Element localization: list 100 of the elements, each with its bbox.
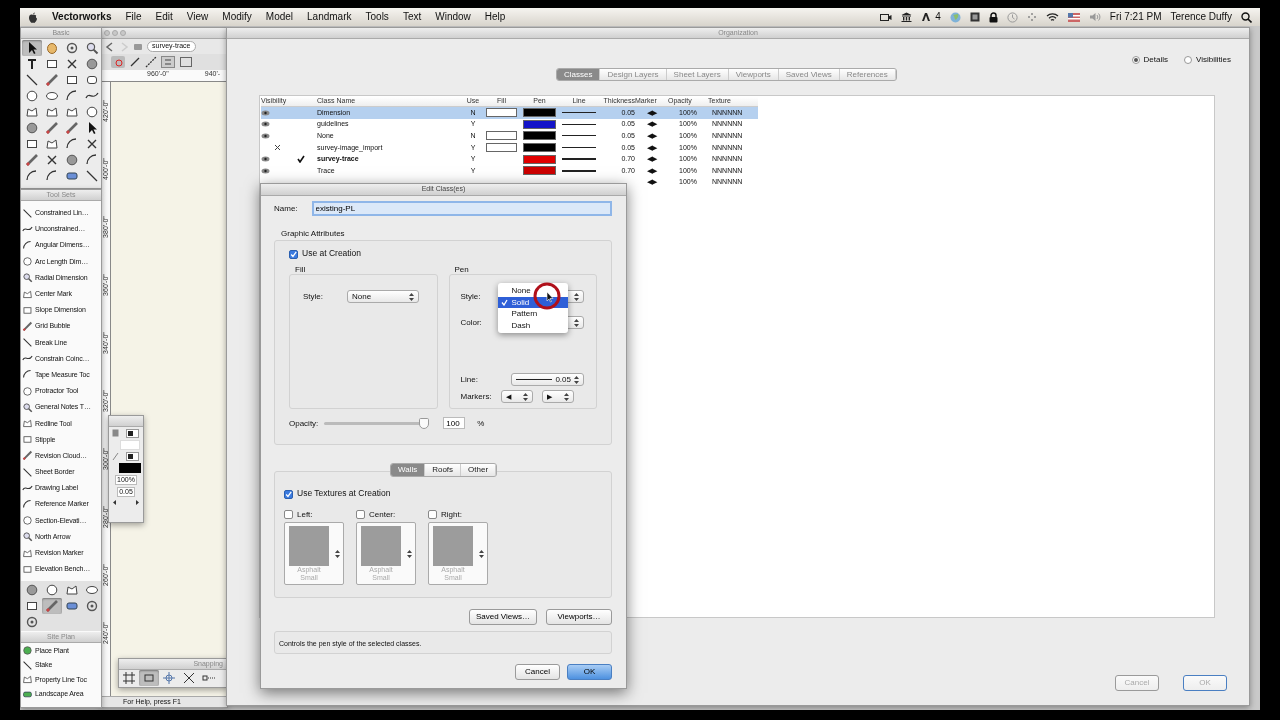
square-icon[interactable] <box>969 12 980 22</box>
arc-icon[interactable] <box>85 153 99 167</box>
checkbox-label[interactable]: Right: <box>441 509 462 520</box>
menu-item[interactable]: Model <box>265 11 294 23</box>
checkbox-label[interactable]: Use at Creation <box>302 249 362 259</box>
line-icon[interactable] <box>25 73 39 87</box>
dialog-button[interactable]: Viewports… <box>546 609 612 626</box>
pan-icon[interactable] <box>25 615 39 630</box>
name-field[interactable]: existing-PL <box>311 201 612 216</box>
pen-color-swatch[interactable] <box>119 463 141 473</box>
pencil-icon[interactable] <box>22 320 33 332</box>
polygon-icon[interactable] <box>22 418 33 430</box>
circle-icon[interactable] <box>25 121 39 135</box>
intersection-icon[interactable] <box>182 671 196 685</box>
rectangle-icon[interactable] <box>25 137 39 151</box>
arc-icon[interactable] <box>65 137 79 151</box>
dialog-button[interactable]: Saved Views… <box>468 609 537 626</box>
radio-label[interactable]: Details <box>1143 55 1168 65</box>
pencil-icon[interactable] <box>45 121 59 135</box>
arc-icon[interactable] <box>22 498 33 510</box>
line-icon[interactable] <box>85 169 99 183</box>
arc-icon[interactable] <box>25 169 39 183</box>
cross-icon[interactable] <box>45 153 59 167</box>
rectangle-icon[interactable] <box>45 57 59 71</box>
menu-item[interactable]: Landmark <box>307 11 352 23</box>
zoom-icon[interactable] <box>22 272 33 284</box>
zoom-icon[interactable] <box>22 531 33 543</box>
checkbox[interactable] <box>428 510 437 520</box>
arc-icon[interactable] <box>22 369 33 381</box>
building-icon[interactable] <box>901 12 913 22</box>
stepper-icon[interactable] <box>479 549 484 558</box>
cross-icon[interactable] <box>65 57 79 71</box>
polygon-icon[interactable] <box>65 105 79 119</box>
rounded-rectangle-icon[interactable] <box>85 73 99 87</box>
polygon-icon[interactable] <box>22 547 33 559</box>
circle-icon[interactable] <box>22 515 33 527</box>
oval-icon[interactable] <box>45 89 59 103</box>
zoom-icon[interactable] <box>22 401 33 413</box>
camera-icon[interactable] <box>880 12 893 22</box>
pencil-icon[interactable] <box>25 153 39 167</box>
texture-swatch[interactable] <box>433 526 473 567</box>
menu-item[interactable]: Modify <box>222 11 252 23</box>
circle-icon[interactable] <box>25 583 39 598</box>
checkbox[interactable] <box>356 510 365 520</box>
line-icon[interactable] <box>145 56 157 68</box>
flag-icon[interactable] <box>1067 12 1080 22</box>
menu-option[interactable]: Pattern <box>511 309 538 319</box>
arc-icon[interactable] <box>22 239 33 251</box>
polygon-icon[interactable] <box>22 674 33 686</box>
pencil-icon[interactable] <box>65 121 79 135</box>
polygon-icon[interactable] <box>25 105 39 119</box>
circle-icon[interactable] <box>65 153 79 167</box>
wifi-icon[interactable] <box>1045 12 1059 22</box>
opacity-field[interactable]: 100 <box>443 417 466 430</box>
checkbox[interactable] <box>289 249 298 259</box>
circle-icon[interactable] <box>25 89 39 103</box>
fill-attribute-icon[interactable] <box>112 429 140 438</box>
app-status-icon[interactable] <box>921 12 932 22</box>
circle-icon[interactable] <box>85 105 99 119</box>
polygon-icon[interactable] <box>45 105 59 119</box>
checkbox[interactable] <box>284 489 293 499</box>
stepper-icon[interactable] <box>574 375 579 384</box>
line-dropdown[interactable]: 0.05 <box>511 373 584 387</box>
pencil-icon[interactable] <box>45 73 59 87</box>
pan-icon[interactable] <box>85 599 99 614</box>
polygon-icon[interactable] <box>22 288 33 300</box>
marker-icon[interactable] <box>112 499 140 507</box>
zoom-icon[interactable] <box>85 41 99 55</box>
dropdown-menu[interactable]: None Solid Pattern Dash <box>497 283 568 334</box>
circle-icon[interactable] <box>45 583 59 598</box>
radio-button[interactable] <box>1131 56 1140 64</box>
menu-item[interactable]: View <box>186 11 209 23</box>
line-icon[interactable] <box>22 337 33 349</box>
window-icon[interactable] <box>179 56 193 68</box>
radio-label[interactable]: Visibilities <box>1196 55 1231 65</box>
pen-attribute-icon[interactable] <box>112 452 140 461</box>
lock-icon[interactable] <box>988 11 998 23</box>
shape-icon[interactable] <box>65 169 79 183</box>
checkbox[interactable] <box>284 510 293 520</box>
crosshair-icon[interactable] <box>162 671 176 685</box>
cancel-button[interactable]: Cancel <box>515 664 560 681</box>
arc-icon[interactable] <box>65 89 79 103</box>
stepper-icon[interactable] <box>335 549 340 558</box>
circle-icon[interactable] <box>22 385 33 397</box>
checkbox-label[interactable]: Use Textures at Creation <box>297 489 391 499</box>
stepper-icon[interactable] <box>407 549 412 558</box>
pencil-icon[interactable] <box>45 599 59 614</box>
clock-text[interactable]: Fri 7:21 PM <box>1109 11 1162 23</box>
stepper-icon[interactable] <box>574 292 579 301</box>
grid-snap-icon[interactable] <box>122 671 136 685</box>
circle-icon[interactable] <box>85 57 99 71</box>
app-menu[interactable]: Vectorworks <box>52 11 112 23</box>
polygon-icon[interactable] <box>45 137 59 151</box>
style-dropdown[interactable]: None <box>347 290 419 304</box>
line-icon[interactable] <box>129 56 141 68</box>
line-icon[interactable] <box>22 659 33 671</box>
line-icon[interactable] <box>22 207 33 219</box>
menu-item[interactable]: File <box>125 11 142 23</box>
search-icon[interactable] <box>1241 11 1252 23</box>
cross-icon[interactable] <box>85 137 99 151</box>
